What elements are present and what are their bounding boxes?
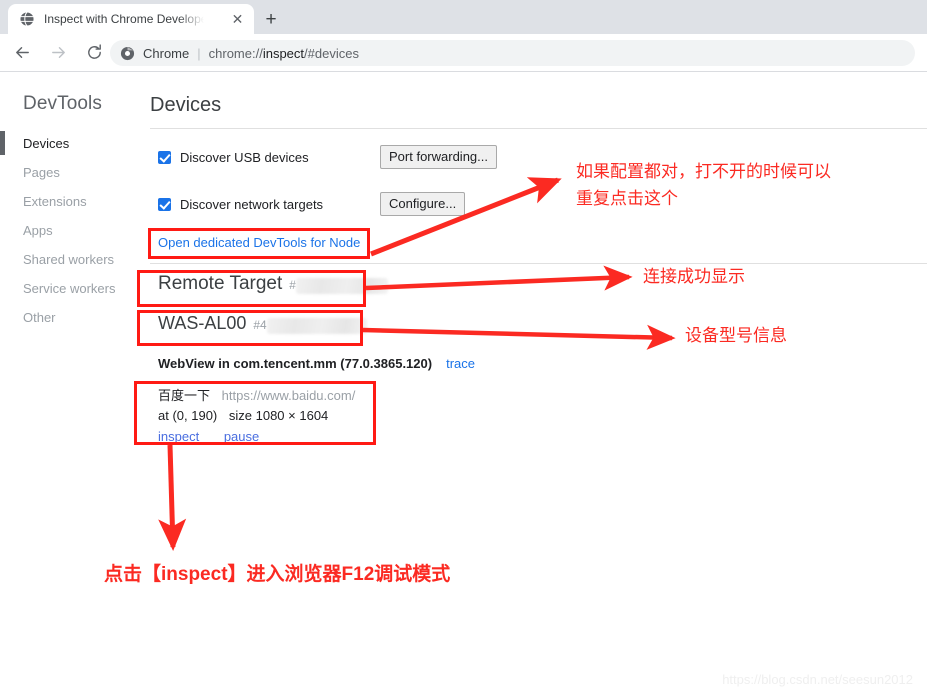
sidebar-item-label: Apps <box>23 223 53 238</box>
divider <box>150 128 927 129</box>
browser-window: Inspect with Chrome Developer Tools ✕ + <box>0 0 927 698</box>
checkbox-discover-network[interactable] <box>158 198 171 211</box>
back-icon[interactable] <box>8 39 36 67</box>
omnibox-url-host: inspect <box>262 45 305 61</box>
target-position: at (0, 190) <box>158 408 218 423</box>
omnibox-scheme-label: Chrome <box>143 45 190 61</box>
device-name: WAS-AL00 <box>158 313 247 333</box>
annotation-connected-note: 连接成功显示 <box>643 267 745 286</box>
omnibox-url: chrome://inspect/#devices <box>209 46 359 61</box>
omnibox-url-suffix: /#devices <box>304 45 359 61</box>
target-page-url: https://www.baidu.com/ <box>221 388 356 403</box>
address-bar[interactable]: Chrome | chrome://inspect/#devices <box>110 40 915 66</box>
divider <box>150 263 927 264</box>
browser-toolbar: Chrome | chrome://inspect/#devices <box>0 34 927 72</box>
globe-icon <box>19 11 35 27</box>
webview-target-header: WebView in com.tencent.mm (77.0.3865.120… <box>158 356 475 371</box>
chrome-logo-icon <box>120 46 135 61</box>
device-heading: WAS-AL00 #4 <box>158 313 367 334</box>
omnibox-url-prefix: chrome:// <box>208 45 263 61</box>
sidebar-item-pages[interactable]: Pages <box>0 158 148 187</box>
annotation-reopen-note: 如果配置都对，打不开的时候可以 重复点击这个 <box>576 162 831 208</box>
sidebar-item-label: Shared workers <box>23 252 115 267</box>
tab-title: Inspect with Chrome Developer Tools <box>44 12 204 26</box>
remote-target-label: Remote Target <box>158 273 283 294</box>
page-title: Devices <box>150 94 222 116</box>
inspect-link[interactable]: inspect <box>158 429 199 444</box>
pause-link[interactable]: pause <box>224 429 259 444</box>
annotation-inspect-note: 点击【inspect】进入浏览器F12调试模式 <box>104 564 451 585</box>
remote-target-heading: Remote Target # <box>158 273 388 295</box>
configure-button[interactable]: Configure... <box>380 192 466 216</box>
sidebar-item-label: Pages <box>23 165 60 180</box>
sidebar-list: Devices Pages Extensions Apps Shared wor… <box>0 129 148 332</box>
redacted-device-serial <box>266 317 367 334</box>
new-tab-button[interactable]: + <box>258 7 284 33</box>
open-node-devtools-link[interactable]: Open dedicated DevTools for Node <box>158 235 360 250</box>
discover-usb-label: Discover USB devices <box>180 150 309 165</box>
target-size: size 1080 × 1604 <box>228 408 329 423</box>
close-icon[interactable]: ✕ <box>230 12 245 27</box>
annotation-device-model-note: 设备型号信息 <box>685 326 787 345</box>
discover-network-row[interactable]: Discover network targets <box>158 197 323 212</box>
discover-usb-row[interactable]: Discover USB devices <box>158 150 309 165</box>
sidebar-item-apps[interactable]: Apps <box>0 216 148 245</box>
remote-target-hash: # <box>289 277 388 294</box>
trace-link[interactable]: trace <box>446 356 475 371</box>
checkbox-discover-usb[interactable] <box>158 151 171 164</box>
devtools-title: DevTools <box>23 93 102 114</box>
target-card-geometry-row: at (0, 190) size 1080 × 1604 <box>158 406 355 426</box>
target-page-title: 百度一下 <box>158 388 211 403</box>
port-forwarding-button[interactable]: Port forwarding... <box>380 145 497 169</box>
sidebar-item-devices[interactable]: Devices <box>0 129 148 158</box>
omnibox-separator: | <box>197 45 201 61</box>
watermark: https://blog.csdn.net/seesun2012 <box>722 672 913 687</box>
sidebar-item-label: Other <box>23 310 56 325</box>
sidebar-item-service-workers[interactable]: Service workers <box>0 274 148 303</box>
target-card: 百度一下 https://www.baidu.com/ at (0, 190) … <box>158 386 355 447</box>
target-card-title-row: 百度一下 https://www.baidu.com/ <box>158 386 355 406</box>
device-hash: #4 <box>253 317 367 334</box>
sidebar-item-extensions[interactable]: Extensions <box>0 187 148 216</box>
sidebar-item-other[interactable]: Other <box>0 303 148 332</box>
webview-label: WebView in com.tencent.mm (77.0.3865.120… <box>158 356 433 371</box>
sidebar-item-label: Devices <box>23 136 70 151</box>
sidebar-item-shared-workers[interactable]: Shared workers <box>0 245 148 274</box>
tab-strip: Inspect with Chrome Developer Tools ✕ + <box>0 0 927 34</box>
redacted-serial <box>295 277 388 294</box>
target-card-actions: inspect pause <box>158 427 355 447</box>
browser-tab[interactable]: Inspect with Chrome Developer Tools ✕ <box>8 4 254 34</box>
discover-network-label: Discover network targets <box>180 197 324 212</box>
forward-icon <box>44 39 72 67</box>
reload-icon[interactable] <box>80 39 108 67</box>
sidebar-item-label: Extensions <box>23 194 87 209</box>
sidebar-item-label: Service workers <box>23 281 116 296</box>
